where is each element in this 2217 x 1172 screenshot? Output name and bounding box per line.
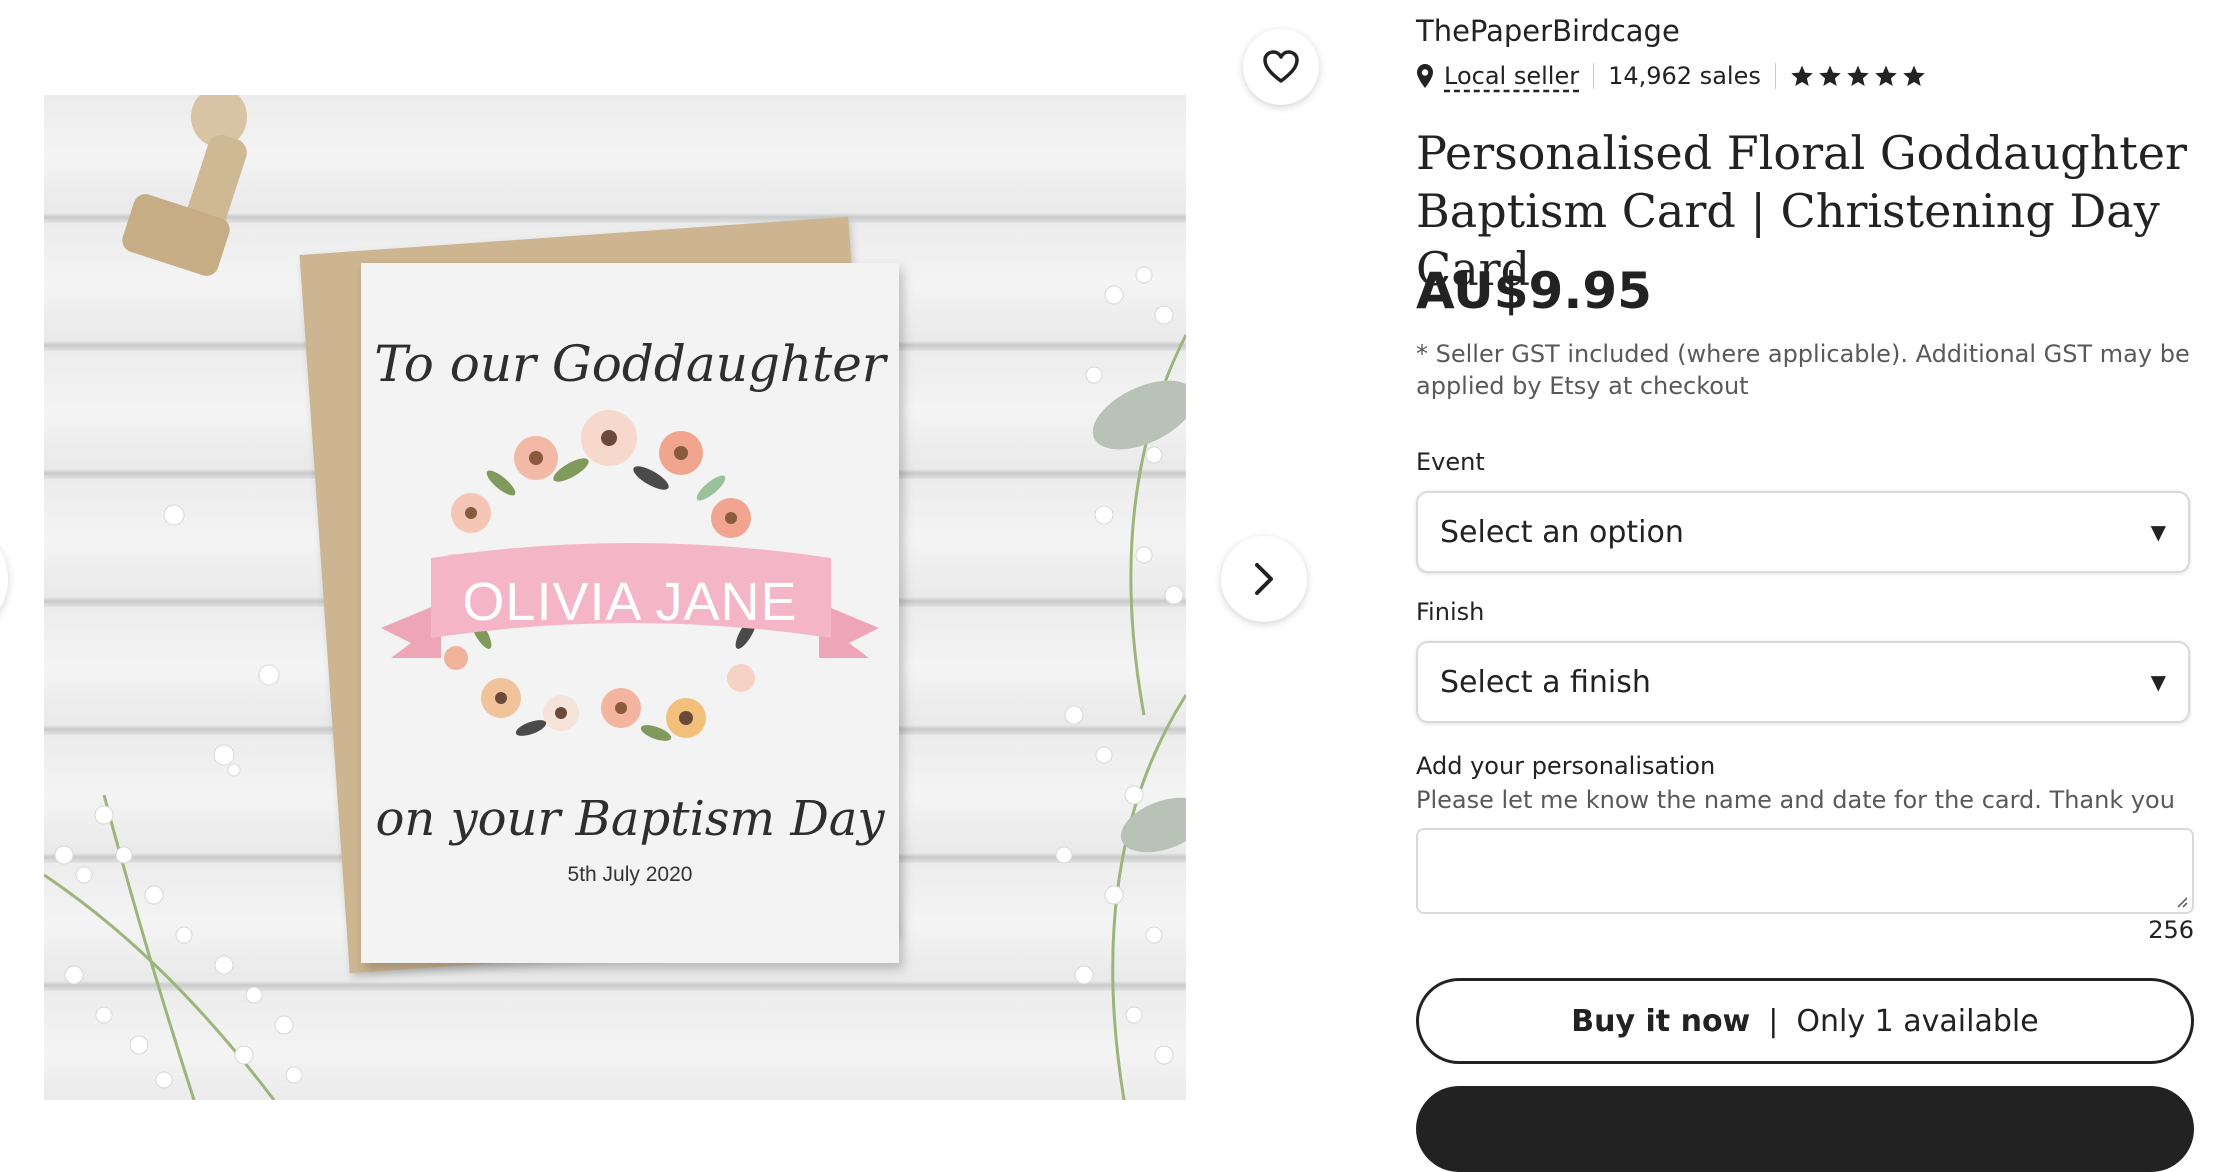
buy-it-now-button[interactable]: Buy it now | Only 1 available	[1416, 978, 2194, 1064]
character-counter: 256	[2148, 916, 2194, 944]
event-label: Event	[1416, 448, 1485, 476]
button-separator: |	[1768, 1003, 1779, 1039]
event-select-value: Select an option	[1440, 514, 1684, 550]
personalisation-label: Add your personalisation	[1416, 752, 1716, 780]
previous-image-button[interactable]	[0, 536, 8, 622]
add-to-basket-button[interactable]	[1416, 1086, 2194, 1172]
listing-price: AU$9.95	[1416, 262, 1652, 320]
star-icon	[1847, 65, 1869, 86]
divider	[1774, 63, 1776, 89]
divider	[1593, 63, 1595, 89]
flowers-right	[1055, 266, 1186, 1100]
star-icon	[1875, 65, 1897, 86]
star-icon	[1903, 65, 1925, 86]
shop-meta-row: Local seller 14,962 sales	[1416, 58, 1926, 94]
personalisation-helper: Please let me know the name and date for…	[1416, 786, 2175, 814]
star-icon	[1791, 65, 1813, 86]
caret-down-icon: ▼	[2150, 670, 2166, 694]
star-rating[interactable]	[1790, 64, 1926, 88]
availability-text: Only 1 available	[1796, 1003, 2039, 1039]
favorite-button[interactable]	[1243, 29, 1319, 105]
caret-down-icon: ▼	[2150, 520, 2166, 544]
chevron-right-icon	[1255, 563, 1273, 595]
sales-count: 14,962 sales	[1608, 62, 1761, 90]
tax-note: * Seller GST included (where applicable)…	[1416, 340, 2190, 400]
card-date-text: 5th July 2020	[567, 863, 693, 886]
event-select[interactable]: Select an option ▼	[1416, 491, 2190, 573]
finish-select-value: Select a finish	[1440, 664, 1651, 700]
map-pin-icon	[1417, 64, 1433, 88]
card-subheading-text: on your Baptism Day	[375, 791, 885, 847]
local-seller-link[interactable]: Local seller	[1444, 62, 1579, 90]
card-name-text: OLIVIA JANE	[462, 572, 798, 632]
star-icon	[1819, 65, 1841, 86]
listing-image-gallery: To our Goddaughter OLIVIA JANE on your B…	[0, 0, 1380, 1108]
greeting-card: To our Goddaughter OLIVIA JANE on your B…	[361, 263, 899, 963]
listing-photo[interactable]: To our Goddaughter OLIVIA JANE on your B…	[44, 95, 1186, 1100]
card-heading-text: To our Goddaughter	[374, 335, 886, 393]
wooden-stamp	[122, 95, 247, 276]
flowers-left	[44, 504, 303, 1100]
buy-it-now-label: Buy it now	[1571, 1003, 1751, 1039]
personalisation-textarea[interactable]	[1416, 828, 2194, 914]
finish-select[interactable]: Select a finish ▼	[1416, 641, 2190, 723]
next-image-button[interactable]	[1221, 536, 1307, 622]
resize-handle-icon[interactable]	[2176, 896, 2188, 908]
heart-icon	[1263, 50, 1299, 83]
shop-name-link[interactable]: ThePaperBirdcage	[1416, 14, 1680, 48]
finish-label: Finish	[1416, 598, 1485, 626]
